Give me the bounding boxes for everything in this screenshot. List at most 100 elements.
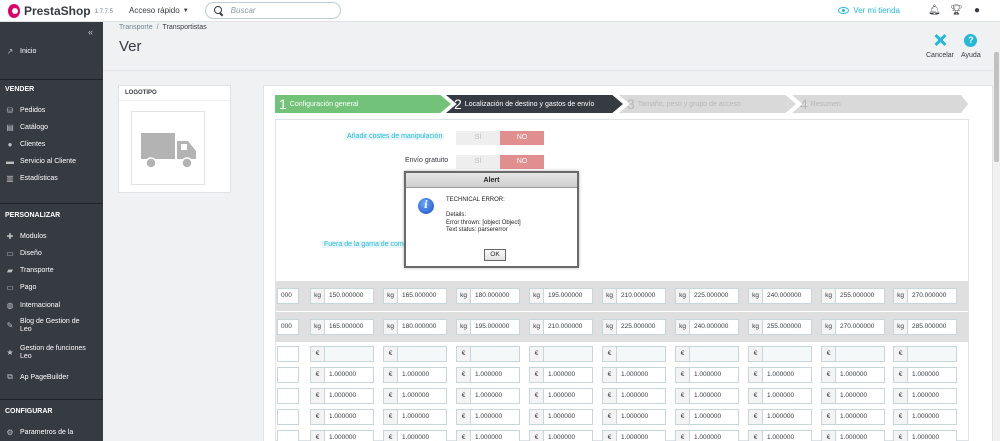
sidebar-item-customer-service[interactable]: ▬ Servicio al Cliente: [5, 157, 100, 166]
range-from-cell[interactable]: kg 270.000000: [893, 288, 957, 304]
price-cell[interactable]: €1.000000: [310, 430, 374, 441]
range-value-input[interactable]: 240.000000: [690, 319, 739, 335]
price-cell[interactable]: €1.000000: [310, 367, 374, 383]
range-value-input[interactable]: 1.000000: [908, 409, 957, 425]
sidebar-item-stats[interactable]: ▥ Estadísticas: [5, 174, 100, 183]
range-value-input[interactable]: 1.000000: [763, 367, 812, 383]
range-value-input[interactable]: 1.000000: [325, 367, 374, 383]
range-from-cell[interactable]: kg 255.000000: [821, 288, 885, 304]
range-to-cell[interactable]: kg 225.000000: [602, 319, 666, 335]
range-value-input[interactable]: 1.000000: [836, 367, 885, 383]
price-cell[interactable]: €1.000000: [675, 409, 739, 425]
range-to-cell[interactable]: kg 180.000000: [383, 319, 447, 335]
range-value-input[interactable]: 1.000000: [544, 409, 593, 425]
switch-no-option[interactable]: NO: [500, 131, 544, 145]
range-to-cell[interactable]: kg 285.000000: [893, 319, 957, 335]
sidebar-item-orders[interactable]: ⛁ Pedidos: [5, 106, 100, 115]
range-value-input[interactable]: 1.000000: [836, 409, 885, 425]
range-value-input[interactable]: 1.000000: [325, 430, 374, 441]
price-cell[interactable]: €1.000000: [456, 367, 520, 383]
range-value-input[interactable]: 1.000000: [398, 409, 447, 425]
range-from-cell[interactable]: kg 225.000000: [675, 288, 739, 304]
price-cell[interactable]: €1.000000: [748, 367, 812, 383]
price-cell[interactable]: €1.000000: [748, 430, 812, 441]
range-value-input[interactable]: 1.000000: [763, 409, 812, 425]
range-value-input[interactable]: 1.000000: [398, 367, 447, 383]
range-value-input[interactable]: 165.000000: [398, 288, 447, 304]
price-cell[interactable]: €1.000000: [748, 409, 812, 425]
sidebar-item-parameters[interactable]: ⚙ Parametros de la: [5, 428, 100, 437]
switch-yes-option[interactable]: SÍ: [456, 131, 500, 145]
range-to-cell[interactable]: kg 210.000000: [529, 319, 593, 335]
price-cell[interactable]: €1.000000: [893, 388, 957, 404]
range-value-input[interactable]: [544, 346, 593, 362]
price-cell[interactable]: €: [675, 346, 739, 362]
sidebar-item-payment[interactable]: ▭ Pago: [5, 283, 100, 292]
range-value-input[interactable]: [690, 346, 739, 362]
sidebar-item-home[interactable]: ↗ Inicio: [5, 47, 100, 56]
price-cell[interactable]: €1.000000: [821, 409, 885, 425]
price-cell[interactable]: €1.000000: [821, 430, 885, 441]
page-scrollbar[interactable]: [993, 22, 1000, 441]
range-value-input[interactable]: 210.000000: [544, 319, 593, 335]
price-cell[interactable]: €1.000000: [821, 388, 885, 404]
range-value-input[interactable]: 1.000000: [471, 430, 520, 441]
range-from-cell[interactable]: kg 165.000000: [383, 288, 447, 304]
partial-input[interactable]: 000: [277, 319, 299, 335]
range-value-input[interactable]: 1.000000: [471, 367, 520, 383]
sidebar-item-design[interactable]: ▭ Diseño: [5, 249, 100, 258]
partial-input[interactable]: [277, 346, 299, 362]
range-to-cell[interactable]: kg 195.000000: [456, 319, 520, 335]
price-cell[interactable]: €1.000000: [310, 388, 374, 404]
range-value-input[interactable]: 1.000000: [763, 430, 812, 441]
trophy-icon[interactable]: 🏆︎: [950, 5, 963, 16]
range-value-input[interactable]: 1.000000: [617, 388, 666, 404]
wizard-step-locations[interactable]: 2 Localización de destino y gastos de en…: [446, 95, 623, 113]
price-cell[interactable]: €: [821, 346, 885, 362]
scrollbar-thumb[interactable]: [994, 52, 999, 162]
price-cell[interactable]: €1.000000: [456, 430, 520, 441]
range-to-cell[interactable]: kg 165.000000: [310, 319, 374, 335]
handling-costs-switch[interactable]: SÍ NO: [456, 131, 544, 145]
range-value-input[interactable]: 1.000000: [836, 388, 885, 404]
range-to-cell[interactable]: kg 240.000000: [675, 319, 739, 335]
price-cell[interactable]: €1.000000: [893, 430, 957, 441]
partial-input[interactable]: [277, 430, 299, 441]
price-cell[interactable]: €1.000000: [383, 388, 447, 404]
breadcrumb-current[interactable]: Transportistas: [163, 24, 207, 31]
partial-input[interactable]: [277, 388, 299, 404]
price-cell[interactable]: €1.000000: [675, 430, 739, 441]
wizard-step-general[interactable]: 1 Configuración general: [275, 95, 451, 113]
switch-yes-option[interactable]: SÍ: [456, 155, 500, 169]
price-cell[interactable]: €1.000000: [675, 367, 739, 383]
range-value-input[interactable]: [763, 346, 812, 362]
price-cell[interactable]: €1.000000: [456, 409, 520, 425]
cancel-button[interactable]: Cancelar: [926, 34, 954, 59]
price-cell[interactable]: €1.000000: [893, 367, 957, 383]
range-value-input[interactable]: 285.000000: [908, 319, 957, 335]
range-value-input[interactable]: [836, 346, 885, 362]
wizard-step-summary[interactable]: 4 Resumen: [792, 95, 968, 113]
ok-button[interactable]: OK: [484, 249, 506, 261]
price-cell[interactable]: €1.000000: [602, 409, 666, 425]
range-value-input[interactable]: 1.000000: [325, 409, 374, 425]
price-cell[interactable]: €1.000000: [821, 367, 885, 383]
range-value-input[interactable]: 1.000000: [544, 388, 593, 404]
sidebar-item-international[interactable]: ◍ Internacional: [5, 301, 100, 310]
quick-access-dropdown[interactable]: Acceso rápido ▼: [129, 6, 189, 15]
partial-input[interactable]: [277, 367, 299, 383]
price-cell[interactable]: €1.000000: [675, 388, 739, 404]
sidebar-item-customers[interactable]: ● Clientes: [5, 140, 100, 149]
sidebar-item-modules[interactable]: ✚ Modulos: [5, 232, 100, 241]
price-cell[interactable]: €: [748, 346, 812, 362]
range-to-cell[interactable]: kg 270.000000: [821, 319, 885, 335]
price-cell[interactable]: €1.000000: [383, 367, 447, 383]
range-value-input[interactable]: [277, 430, 299, 441]
collapse-sidebar-icon[interactable]: «: [88, 27, 93, 37]
range-value-input[interactable]: 1.000000: [763, 388, 812, 404]
price-cell[interactable]: €: [456, 346, 520, 362]
price-cell[interactable]: €: [310, 346, 374, 362]
sidebar-item-leo-features[interactable]: ★ Gestion de funciones Leo: [5, 345, 100, 361]
range-value-input[interactable]: 1.000000: [398, 430, 447, 441]
price-cell[interactable]: €1.000000: [748, 388, 812, 404]
